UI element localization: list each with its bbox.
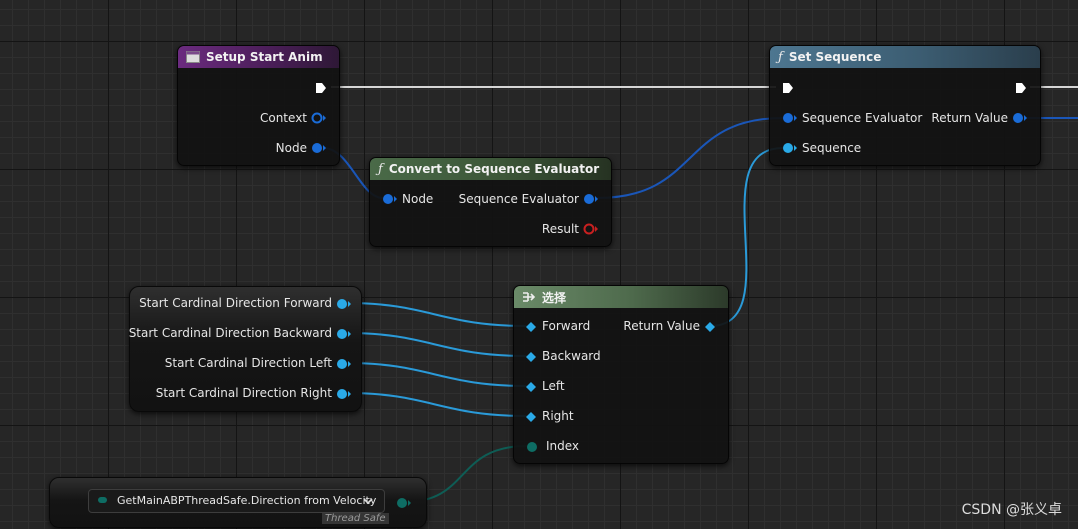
- enum-out-pin[interactable]: [396, 497, 412, 509]
- convert-header[interactable]: ƒ Convert to Sequence Evaluator: [370, 158, 611, 180]
- node-title: Setup Start Anim: [206, 50, 323, 64]
- node-title: Convert to Sequence Evaluator: [388, 162, 600, 176]
- exec-out-pin[interactable]: [315, 82, 327, 94]
- left-wire: [345, 362, 528, 387]
- var-forward-label: Start Cardinal Direction Forward: [139, 296, 332, 310]
- result-label: Result: [541, 222, 579, 236]
- forward-label: Forward: [542, 319, 591, 333]
- return-value-out-pin[interactable]: [1012, 112, 1028, 124]
- node-in-pin[interactable]: [382, 193, 398, 205]
- right-in-pin[interactable]: [526, 412, 538, 422]
- sequence-evaluator-out-label: Sequence Evaluator: [458, 192, 579, 206]
- convert-node[interactable]: ƒ Convert to Sequence Evaluator Node Seq…: [369, 157, 612, 247]
- setup-start-anim-header[interactable]: Setup Start Anim: [178, 46, 339, 68]
- return-value-out-pin[interactable]: [705, 322, 717, 332]
- direction-dropdown[interactable]: GetMainABPThreadSafe.Direction from Velo…: [88, 489, 385, 513]
- direction-getter-node[interactable]: GetMainABPThreadSafe.Direction from Velo…: [49, 477, 427, 528]
- variables-node[interactable]: Start Cardinal Direction Forward Start C…: [129, 286, 362, 412]
- forward-in-pin[interactable]: [526, 322, 538, 332]
- node-title: 选择: [542, 290, 567, 305]
- select-header[interactable]: 选择: [514, 286, 728, 308]
- backward-label: Backward: [542, 349, 601, 363]
- watermark: CSDN @张义卓: [961, 502, 1062, 518]
- var-right-pin[interactable]: [336, 388, 352, 400]
- enum-icon: [98, 497, 107, 503]
- sequence-evaluator-wire: [596, 117, 784, 199]
- var-right-label: Start Cardinal Direction Right: [155, 386, 332, 400]
- function-icon: ƒ: [778, 49, 783, 65]
- chevron-down-icon: [363, 498, 373, 505]
- left-label: Left: [542, 379, 565, 393]
- index-in-pin[interactable]: [526, 441, 540, 453]
- node-title: Set Sequence: [788, 50, 882, 64]
- var-forward-pin[interactable]: [336, 298, 352, 310]
- thread-safe-badge: Thread Safe: [322, 513, 389, 524]
- backward-in-pin[interactable]: [526, 352, 538, 362]
- setup-start-anim-node[interactable]: Setup Start Anim Context Node: [177, 45, 340, 166]
- node-pin-label: Node: [275, 141, 307, 155]
- right-wire: [345, 392, 528, 417]
- set-sequence-header[interactable]: ƒ Set Sequence: [770, 46, 1040, 68]
- var-backward-label: Start Cardinal Direction Backward: [128, 326, 332, 340]
- sequence-evaluator-label: Sequence Evaluator: [802, 111, 923, 125]
- set-sequence-node[interactable]: ƒ Set Sequence Sequence Evaluator Return…: [769, 45, 1041, 166]
- node-in-label: Node: [402, 192, 434, 206]
- right-label: Right: [542, 409, 574, 423]
- var-backward-pin[interactable]: [336, 328, 352, 340]
- backward-wire: [345, 332, 528, 357]
- index-label: Index: [546, 439, 580, 453]
- select-icon: [522, 291, 536, 303]
- var-left-pin[interactable]: [336, 358, 352, 370]
- sequence-evaluator-in-pin[interactable]: [782, 112, 798, 124]
- sequence-label: Sequence: [802, 141, 862, 155]
- dropdown-value: GetMainABPThreadSafe.Direction from Velo…: [117, 494, 377, 507]
- var-left-label: Start Cardinal Direction Left: [164, 356, 332, 370]
- context-pin-label: Context: [259, 111, 307, 125]
- exec-out-pin[interactable]: [1015, 82, 1027, 94]
- node-out-pin[interactable]: [311, 142, 327, 154]
- select-node[interactable]: 选择 Forward Return Value Backward Left Ri…: [513, 285, 729, 464]
- context-pin[interactable]: [311, 112, 327, 124]
- result-out-pin[interactable]: [583, 223, 599, 235]
- function-icon: ƒ: [378, 161, 383, 177]
- return-value-label: Return Value: [623, 319, 700, 333]
- return-value-label: Return Value: [931, 111, 1008, 125]
- exec-in-pin[interactable]: [782, 82, 794, 94]
- sequence-in-pin[interactable]: [782, 142, 798, 154]
- sequence-evaluator-out-pin[interactable]: [583, 193, 599, 205]
- anim-event-icon: [186, 51, 200, 63]
- left-in-pin[interactable]: [526, 382, 538, 392]
- forward-wire: [345, 302, 528, 327]
